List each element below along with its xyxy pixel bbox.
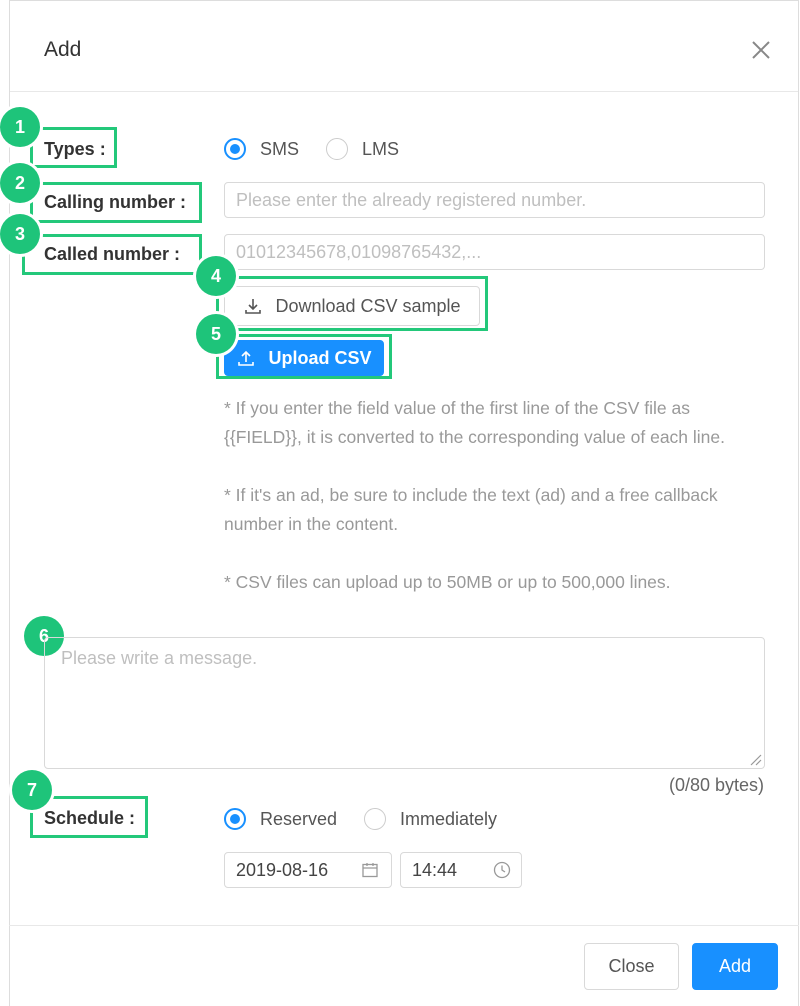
- schedule-label: Schedule :: [44, 808, 136, 828]
- badge-5: 5: [196, 314, 236, 354]
- add-button-label: Add: [718, 956, 752, 976]
- radio-lms-dot: [326, 138, 348, 160]
- close-button[interactable]: Close: [584, 943, 679, 990]
- radio-lms[interactable]: LMS: [326, 138, 399, 160]
- hint-size: * CSV files can upload up to 50MB or up …: [224, 572, 671, 592]
- csv-hints: * If you enter the field value of the fi…: [224, 394, 764, 597]
- byte-counter: (0/80 bytes): [668, 775, 764, 795]
- radio-reserved[interactable]: Reserved: [224, 808, 337, 830]
- hint-ad: * If it's an ad, be sure to include the …: [224, 485, 718, 534]
- download-csv-label: Download CSV sample: [275, 295, 461, 316]
- clock-icon: [493, 861, 511, 879]
- close-button-label: Close: [608, 956, 655, 976]
- calling-number-input[interactable]: [224, 182, 765, 218]
- badge-4: 4: [196, 256, 236, 296]
- badge-2: 2: [0, 163, 40, 203]
- time-picker[interactable]: 14:44: [400, 852, 522, 888]
- message-placeholder: Please write a message.: [61, 648, 258, 668]
- download-csv-button[interactable]: Download CSV sample: [224, 286, 480, 326]
- radio-reserved-label: Reserved: [260, 808, 338, 829]
- download-icon: [245, 299, 262, 314]
- footer-divider: [9, 925, 799, 926]
- add-button[interactable]: Add: [692, 943, 778, 990]
- upload-csv-button[interactable]: Upload CSV: [224, 340, 384, 376]
- radio-lms-label: LMS: [362, 138, 400, 159]
- radio-immediately[interactable]: Immediately: [364, 808, 497, 830]
- message-textarea[interactable]: Please write a message.: [44, 637, 765, 769]
- resize-handle-icon[interactable]: [748, 752, 762, 766]
- badge-1: 1: [0, 107, 40, 147]
- radio-sms-dot: [224, 138, 246, 160]
- radio-sms[interactable]: SMS: [224, 138, 299, 160]
- calling-number-label: Calling number :: [44, 192, 187, 212]
- close-icon[interactable]: [750, 39, 772, 61]
- badge-3: 3: [0, 214, 40, 254]
- date-picker[interactable]: 2019-08-16: [224, 852, 392, 888]
- radio-sms-label: SMS: [260, 138, 300, 159]
- dialog-title: Add: [44, 38, 82, 61]
- badge-7: 7: [12, 770, 52, 810]
- upload-csv-label: Upload CSV: [268, 347, 372, 368]
- upload-icon: [238, 350, 255, 366]
- radio-reserved-dot: [224, 808, 246, 830]
- types-label: Types :: [44, 139, 106, 159]
- time-value: 14:44: [412, 859, 458, 880]
- radio-immediately-dot: [364, 808, 386, 830]
- radio-immediately-label: Immediately: [400, 808, 498, 829]
- date-value: 2019-08-16: [236, 859, 329, 880]
- hint-field: * If you enter the field value of the fi…: [224, 398, 726, 447]
- dialog-header: Add: [10, 1, 798, 92]
- called-number-label: Called number :: [44, 244, 181, 264]
- calendar-icon: [362, 863, 378, 878]
- called-number-input[interactable]: [224, 234, 765, 270]
